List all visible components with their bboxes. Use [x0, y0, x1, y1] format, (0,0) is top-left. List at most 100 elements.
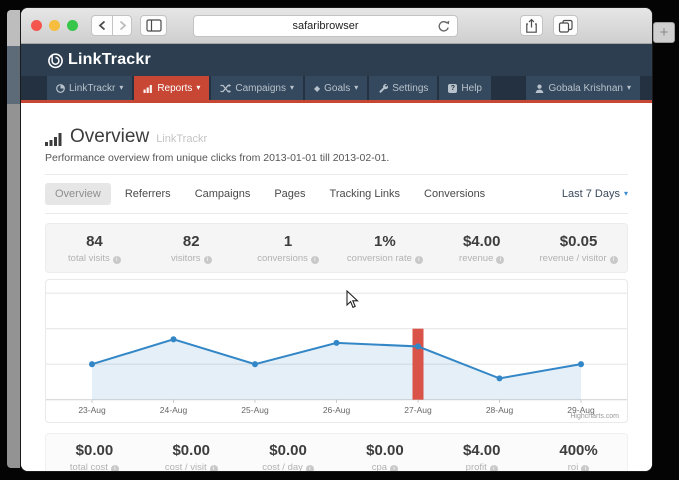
chevron-down-icon: ▾ [624, 190, 628, 198]
chevron-down-icon: ▾ [290, 84, 294, 92]
zoom-window-button[interactable] [67, 20, 78, 31]
browser-window: safaribrowser LinkTrackr LinkTrackr ▾ Re… [21, 8, 652, 471]
info-icon[interactable]: i [111, 465, 119, 471]
nav-item-label: LinkTrackr [69, 83, 115, 94]
stat-label: roii [530, 462, 627, 471]
minimize-window-button[interactable] [49, 20, 60, 31]
background-window-edge [7, 10, 20, 468]
info-icon[interactable]: i [210, 465, 218, 471]
info-icon[interactable]: i [415, 256, 423, 264]
user-name: Gobala Krishnan [548, 83, 623, 94]
browser-titlebar: safaribrowser [21, 8, 652, 44]
stat-cpa: $0.00 cpai [336, 442, 433, 471]
sidebar-toggle-button[interactable] [140, 15, 167, 36]
visits-chart-panel[interactable]: 23-Aug24-Aug25-Aug26-Aug27-Aug28-Aug29-A… [45, 279, 628, 423]
nav-item-goals[interactable]: ◆ Goals ▾ [305, 76, 367, 100]
stat-conversions: 1 conversionsi [240, 233, 337, 264]
nav-item-reports[interactable]: Reports ▾ [134, 76, 209, 100]
stat-value: $4.00 [433, 233, 530, 250]
stat-value: 400% [530, 442, 627, 459]
stat-cost-per-day: $0.00 cost / dayi [240, 442, 337, 471]
page-header: Overview LinkTrackr Performance overview… [45, 103, 628, 175]
tab-overview[interactable]: Overview [45, 183, 111, 205]
svg-text:25-Aug: 25-Aug [241, 405, 269, 415]
stat-cost-per-visit: $0.00 cost / visiti [143, 442, 240, 471]
stat-visitors: 82 visitorsi [143, 233, 240, 264]
info-icon[interactable]: i [113, 256, 121, 264]
tabs-icon [558, 19, 574, 33]
info-icon[interactable]: i [581, 465, 589, 471]
info-icon[interactable]: i [496, 256, 504, 264]
stats-row-top: 84 total visitsi 82 visitorsi 1 conversi… [45, 223, 628, 273]
stat-value: $0.00 [240, 442, 337, 459]
stat-value: 84 [46, 233, 143, 250]
close-window-button[interactable] [31, 20, 42, 31]
stat-revenue-per-visitor: $0.05 revenue / visitori [530, 233, 627, 264]
info-icon[interactable]: i [204, 256, 212, 264]
app-header: LinkTrackr [21, 44, 652, 76]
stat-value: $0.00 [336, 442, 433, 459]
chart-credit[interactable]: Highcharts.com [570, 413, 619, 420]
pie-chart-icon [56, 84, 65, 93]
stat-label: total costi [46, 462, 143, 471]
nav-item-settings[interactable]: Settings [369, 76, 437, 100]
stat-label: conversionsi [240, 253, 337, 264]
forward-button[interactable] [113, 15, 132, 36]
address-text: safaribrowser [292, 20, 358, 32]
nav-item-help[interactable]: ? Help [439, 76, 491, 100]
visits-chart: 23-Aug24-Aug25-Aug26-Aug27-Aug28-Aug29-A… [46, 280, 627, 422]
page-title-suffix: LinkTrackr [156, 133, 207, 145]
nav-item-linktrackr[interactable]: LinkTrackr ▾ [47, 76, 132, 100]
report-tabs: Overview Referrers Campaigns Pages Track… [45, 175, 628, 214]
address-bar[interactable]: safaribrowser [193, 15, 458, 37]
tab-campaigns[interactable]: Campaigns [185, 183, 261, 205]
stat-value: 1% [336, 233, 433, 250]
chevron-down-icon: ▾ [119, 84, 123, 92]
stat-value: 82 [143, 233, 240, 250]
date-range-dropdown[interactable]: Last 7 Days ▾ [562, 188, 628, 200]
sidebar-icon [146, 19, 162, 32]
tab-overview-button[interactable] [553, 15, 578, 36]
nav-item-campaigns[interactable]: Campaigns ▾ [211, 76, 303, 100]
info-icon[interactable]: i [490, 465, 498, 471]
info-icon[interactable]: i [390, 465, 398, 471]
refresh-button[interactable] [436, 19, 451, 37]
page-title: Overview [70, 126, 149, 148]
bar-chart-icon [45, 132, 63, 146]
main-nav: LinkTrackr ▾ Reports ▾ Campaigns ▾ ◆ Goa… [21, 76, 652, 100]
nav-item-label: Goals [324, 83, 350, 94]
goal-diamond-icon: ◆ [314, 84, 320, 93]
stat-value: $0.00 [143, 442, 240, 459]
chevron-down-icon: ▾ [354, 84, 358, 92]
stat-label: profiti [433, 462, 530, 471]
linktrackr-logo-icon [47, 52, 64, 69]
stat-profit: $4.00 profiti [433, 442, 530, 471]
info-icon[interactable]: i [306, 465, 314, 471]
svg-text:23-Aug: 23-Aug [78, 405, 106, 415]
user-menu[interactable]: Gobala Krishnan ▾ [526, 76, 640, 100]
app-logo[interactable]: LinkTrackr [47, 51, 151, 69]
nav-item-label: Help [461, 83, 482, 94]
nav-item-label: Reports [157, 83, 192, 94]
stat-value: $4.00 [433, 442, 530, 459]
date-range-label: Last 7 Days [562, 188, 620, 200]
stats-row-bottom: $0.00 total costi $0.00 cost / visiti $0… [45, 433, 628, 471]
info-icon[interactable]: i [610, 256, 618, 264]
info-icon[interactable]: i [311, 256, 319, 264]
stat-label: cost / visiti [143, 462, 240, 471]
refresh-icon [436, 19, 451, 34]
tab-referrers[interactable]: Referrers [115, 183, 181, 205]
tab-conversions[interactable]: Conversions [414, 183, 495, 205]
tab-tracking-links[interactable]: Tracking Links [320, 183, 411, 205]
stat-value: $0.05 [530, 233, 627, 250]
new-tab-button[interactable]: + [653, 22, 675, 43]
wrench-icon [378, 83, 388, 93]
chevron-right-icon [117, 19, 128, 32]
share-button[interactable] [520, 15, 543, 36]
stat-conversion-rate: 1% conversion ratei [336, 233, 433, 264]
shuffle-icon [220, 84, 231, 93]
tab-pages[interactable]: Pages [264, 183, 315, 205]
stat-label: revenue / visitori [530, 253, 627, 264]
stat-label: total visitsi [46, 253, 143, 264]
back-button[interactable] [91, 15, 113, 36]
